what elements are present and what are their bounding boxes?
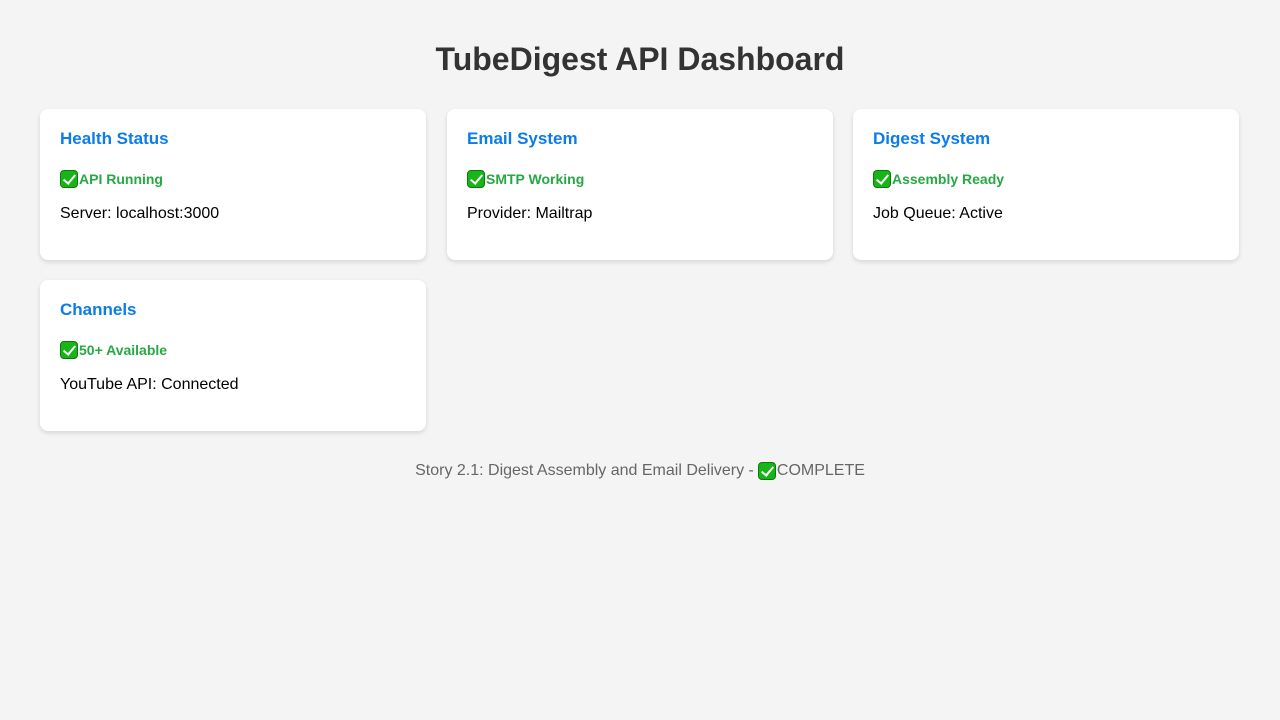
detail-text: YouTube API: Connected	[60, 376, 239, 393]
status-indicator: API Running	[60, 169, 163, 189]
card-channels: Channels 50+ Available YouTube API: Conn…	[40, 280, 426, 431]
status-indicator: 50+ Available	[60, 340, 167, 360]
card-title: Channels	[60, 300, 137, 319]
page-title: TubeDigest API Dashboard	[435, 41, 845, 77]
card-email-system: Email System SMTP Working Provider: Mail…	[447, 109, 833, 260]
card-title: Health Status	[60, 129, 169, 148]
detail-text: Provider: Mailtrap	[467, 205, 593, 222]
check-mark-icon	[873, 170, 891, 188]
card-title: Digest System	[873, 129, 991, 148]
check-mark-icon	[60, 341, 78, 359]
status-indicator: SMTP Working	[467, 169, 584, 189]
status-indicator: Assembly Ready	[873, 169, 1004, 189]
detail-text: Job Queue: Active	[873, 205, 1003, 222]
card-digest-system: Digest System Assembly Ready Job Queue: …	[853, 109, 1239, 260]
check-mark-icon	[60, 170, 78, 188]
footer-text: Story 2.1: Digest Assembly and Email Del…	[415, 462, 754, 479]
card-title: Email System	[467, 129, 578, 148]
detail-text: Server: localhost:3000	[60, 205, 220, 222]
status-text: API Running	[79, 171, 163, 187]
card-health-status: Health Status API Running Server: localh…	[40, 109, 426, 260]
check-mark-icon	[757, 462, 776, 480]
status-text: SMTP Working	[486, 171, 585, 187]
status-text: 50+ Available	[79, 342, 168, 358]
check-mark-icon	[467, 170, 485, 188]
status-text: Assembly Ready	[892, 171, 1005, 187]
footer-complete-text: COMPLETE	[776, 462, 865, 479]
footer-status: Story 2.1: Digest Assembly and Email Del…	[0, 461, 1280, 481]
